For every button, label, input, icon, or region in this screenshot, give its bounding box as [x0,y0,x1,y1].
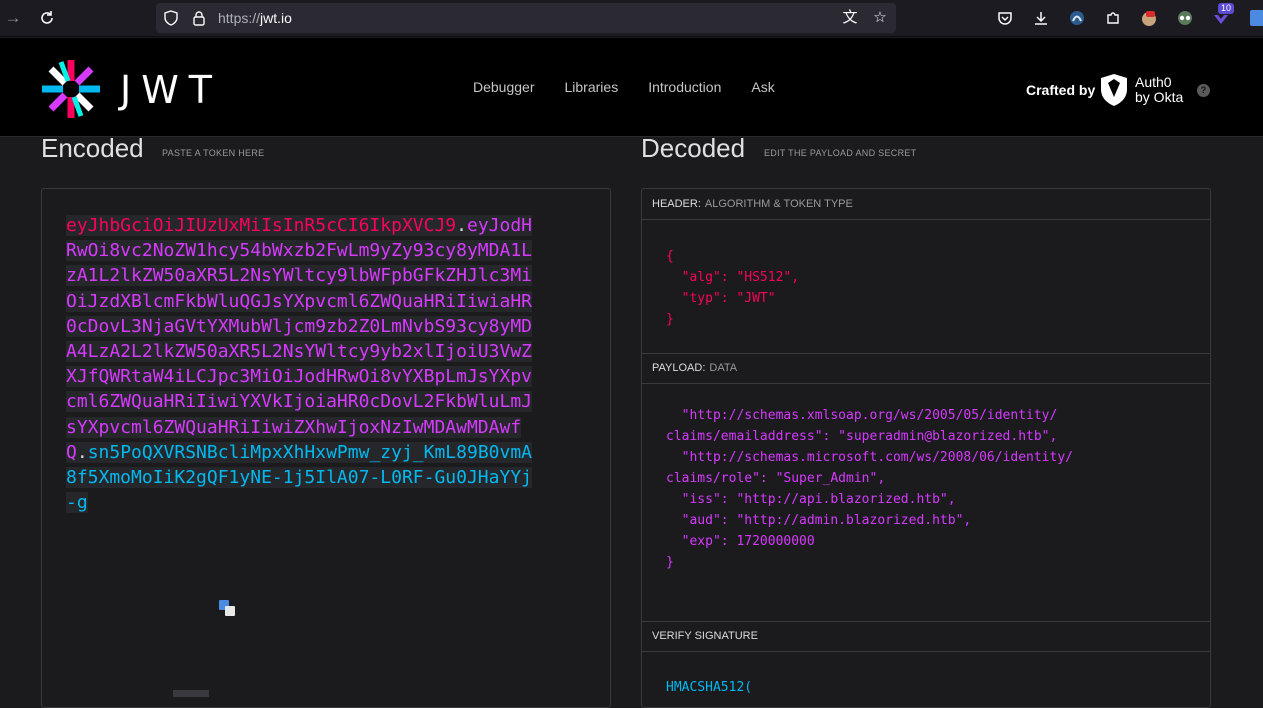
payload-section-title: PAYLOAD: DATA [642,353,1210,384]
decoded-subtitle: EDIT THE PAYLOAD AND SECRET [764,148,917,158]
header-label: HEADER: [652,198,701,210]
ublock-icon[interactable] [1138,7,1160,29]
nav-debugger[interactable]: Debugger [473,79,535,95]
browser-toolbar: → https://jwt.io 文 ☆ 10 [0,0,1263,37]
token-dot: . [456,215,467,236]
extension-badge: 10 [1218,3,1235,14]
token-header-part[interactable]: eyJhbGciOiJIUzUxMiIsInR5cCI6IkpXVCJ9 [66,215,457,236]
header-desc: ALGORITHM & TOKEN TYPE [704,198,853,210]
forward-arrow-icon[interactable]: → [0,6,26,30]
verify-signature-code[interactable]: HMACSHA512( [666,677,752,698]
pocket-icon[interactable] [994,7,1016,29]
decoded-panel: HEADER: ALGORITHM & TOKEN TYPE { "alg": "… [641,188,1211,708]
nav-libraries[interactable]: Libraries [565,79,619,95]
verify-signature-title: VERIFY SIGNATURE [642,621,1210,652]
token-textarea[interactable]: eyJhbGciOiJIUzUxMiIsInR5cCI6IkpXVCJ9.eyJ… [66,213,536,515]
payload-json-editor[interactable]: "http://schemas.xmlsoap.org/ws/2005/05/i… [666,405,1073,573]
translate-popup-icon[interactable] [219,600,235,616]
nav-introduction[interactable]: Introduction [648,79,721,95]
auth0-shield-icon[interactable] [1100,73,1128,107]
site-header: JWT Debugger Libraries Introduction Ask … [0,38,1263,137]
reload-icon[interactable] [34,6,60,30]
horizontal-scrollbar[interactable] [173,690,209,697]
token-signature-part[interactable]: sn5PoQXVRSNBcliMpxXhHxwPmw_zyj_KmL89B0vm… [66,441,533,514]
auth0-logo-text[interactable]: Auth0 by Okta [1135,75,1183,105]
payload-desc: DATA [709,362,738,374]
token-dot: . [76,441,88,463]
header-json-editor[interactable]: { "alg": "HS512", "typ": "JWT" } [666,246,799,330]
tracking-shield-icon[interactable] [164,10,178,26]
bookmark-star-icon[interactable]: ☆ [870,9,890,27]
encoded-subtitle: PASTE A TOKEN HERE [162,148,265,158]
header-section-title: HEADER: ALGORITHM & TOKEN TYPE [642,189,1210,220]
translate-extension-icon[interactable] [1246,7,1263,29]
decoded-title: Decoded [641,133,746,163]
token-payload-part[interactable]: eyJodHRwOi8vc2NoZW1hcy54bWxzb2FwLm9yZy93… [66,215,533,463]
auth0-line2: by Okta [1135,89,1184,105]
url-text[interactable]: https://jwt.io [218,10,292,26]
crafted-by-label: Crafted by [1026,82,1096,98]
lock-icon[interactable] [192,10,206,26]
auth0-line1: Auth0 [1135,74,1172,90]
translate-icon[interactable]: 文 [840,9,860,27]
main-nav: Debugger Libraries Introduction Ask [473,79,805,95]
extensions-puzzle-icon[interactable] [1102,7,1124,29]
download-icon[interactable] [1030,7,1052,29]
jwt-logo-icon[interactable] [40,58,102,120]
nav-ask[interactable]: Ask [751,79,774,95]
payload-label: PAYLOAD: [652,362,706,374]
encoded-token-panel[interactable]: eyJhbGciOiJIUzUxMiIsInR5cCI6IkpXVCJ9.eyJ… [41,188,611,708]
extension-blue-icon[interactable] [1066,7,1088,29]
encoded-title: Encoded [41,133,144,163]
spy-extension-icon[interactable] [1174,7,1196,29]
jwt-logo-text[interactable]: JWT [120,68,222,112]
help-icon[interactable]: ? [1197,84,1210,97]
address-bar[interactable]: https://jwt.io 文 ☆ [156,3,896,33]
